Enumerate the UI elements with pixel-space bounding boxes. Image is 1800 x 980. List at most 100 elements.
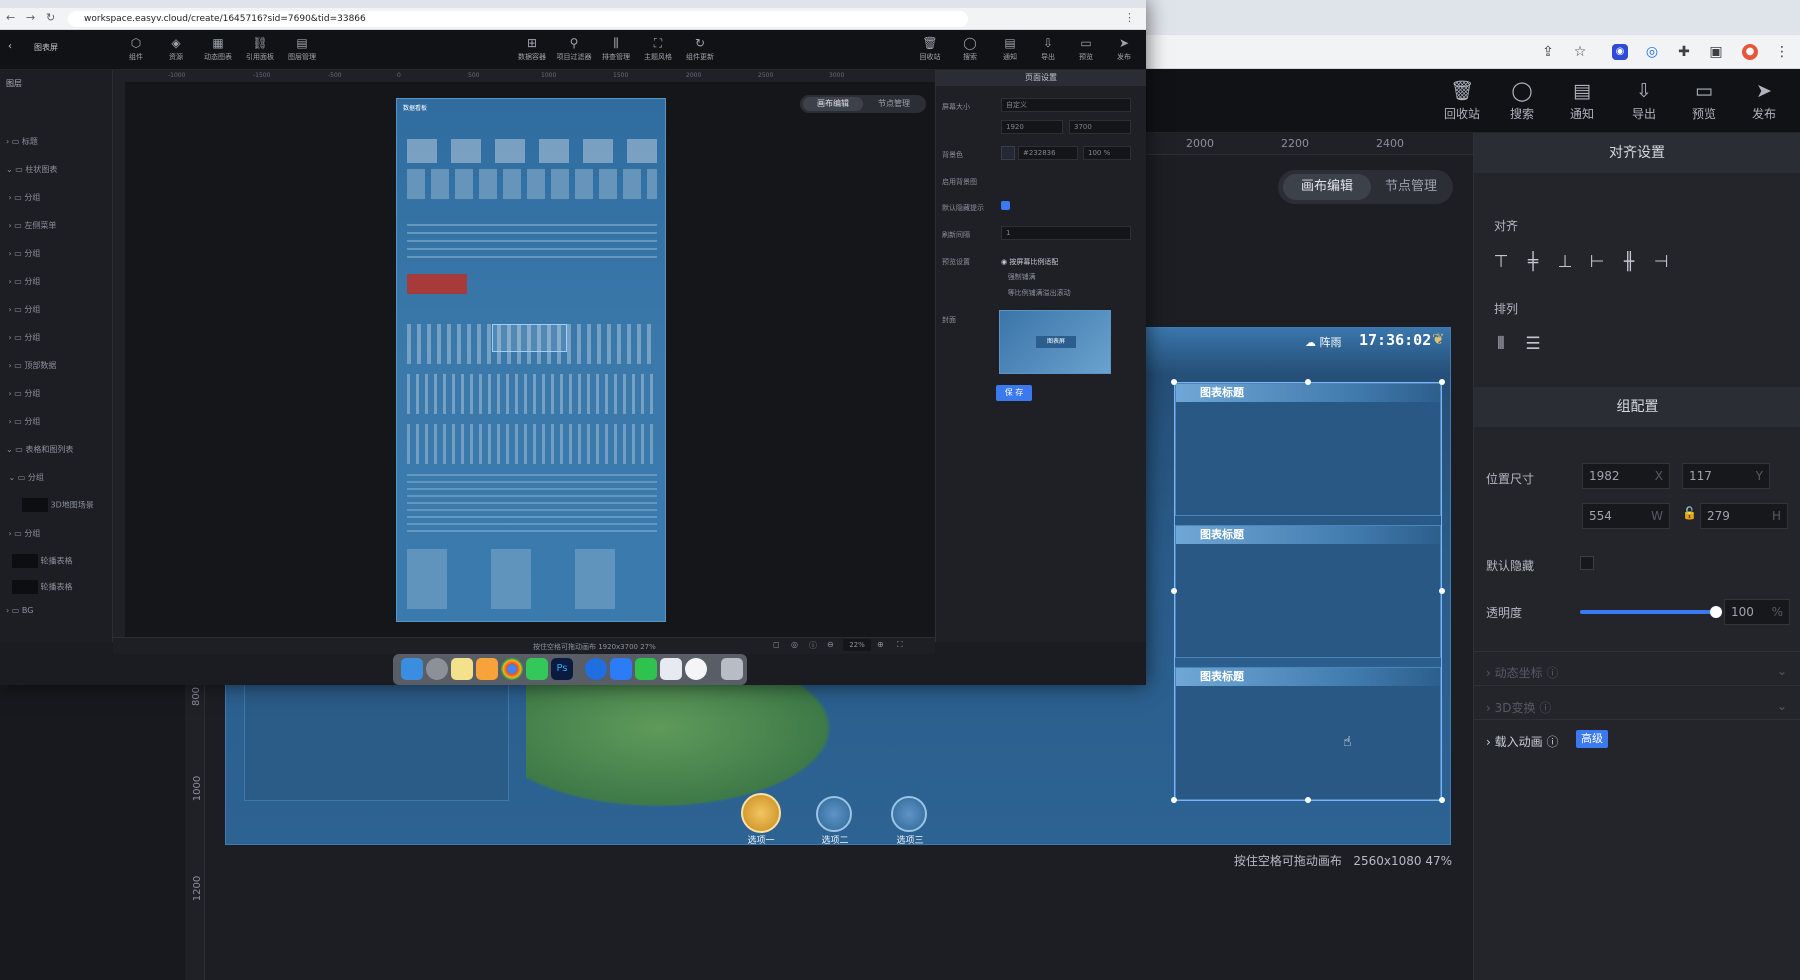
align-hcenter-icon[interactable]: ╫ [1618,251,1640,273]
nav-button-2[interactable] [816,796,852,832]
nav-button-3[interactable] [891,796,927,832]
transform-3d-row[interactable]: › 3D变换 ⓘ [1486,699,1551,716]
save-button[interactable]: 保 存 [996,385,1032,401]
back-arrow-icon[interactable]: ← [6,11,15,24]
tool-update[interactable]: ↻ 组件更新 [678,36,722,62]
photoshop-icon[interactable]: Ps [551,658,573,680]
tool-resource[interactable]: ◈ 资源 [154,36,198,62]
height-input[interactable]: 3700 [1069,120,1131,134]
resize-handle[interactable] [1305,379,1311,385]
width-input[interactable]: 1920 [1001,120,1063,134]
resize-handle[interactable] [1305,797,1311,803]
lock-icon[interactable]: 🔓 [1682,506,1697,524]
tool-search[interactable]: ◯ 搜索 [948,36,992,62]
launchpad-icon[interactable] [426,658,448,680]
grid-checkbox[interactable] [1001,201,1010,210]
chrome-icon[interactable] [501,658,523,680]
nav-button-1[interactable] [741,793,781,833]
preview-option-2[interactable]: 强制铺满 [1001,272,1036,282]
fit-icon[interactable]: ◻ [773,640,780,649]
distribute-h-icon[interactable]: ⫴ [1490,333,1512,355]
tool-recycle[interactable]: 🗑 回收站 [908,36,952,62]
front-tab-nodes[interactable]: 节点管理 [864,97,924,111]
selection-box[interactable] [1174,382,1442,801]
x-input[interactable]: 1982 X [1582,463,1670,489]
layer-item[interactable]: › ▭ 标题 [6,136,38,147]
resize-handle[interactable] [1171,588,1177,594]
tool-filter[interactable]: ⚲ 项目过滤器 [552,36,596,62]
layer-item[interactable]: 3D地图场景 [22,498,94,512]
publish-button[interactable]: ➤ 发布 [1738,79,1790,127]
distribute-v-icon[interactable]: ☰ [1522,333,1544,355]
layer-item[interactable]: › ▭ 顶部数据 [6,360,57,371]
resize-handle[interactable] [1439,797,1445,803]
layer-item[interactable]: 轮播表格 [12,580,73,594]
tool-component[interactable]: ⬡ 组件 [114,36,158,62]
hidden-checkbox[interactable] [1580,556,1594,570]
bg-opacity-input[interactable]: 100 % [1083,146,1131,160]
h-input[interactable]: 279 H [1700,503,1788,529]
resize-handle[interactable] [1171,797,1177,803]
zoom-input[interactable]: 22% [843,639,871,651]
feishu-icon[interactable] [610,658,632,680]
notes-icon[interactable] [451,658,473,680]
reload-icon[interactable]: ↻ [46,11,55,24]
puzzle-icon[interactable]: ✚ [1676,44,1692,60]
screen-size-select[interactable]: 自定义 [1001,98,1131,112]
align-top-icon[interactable]: ⊤ [1490,251,1512,273]
align-vcenter-icon[interactable]: ╪ [1522,251,1544,273]
safari-icon[interactable] [685,658,707,680]
preview-button[interactable]: ▭ 预览 [1678,79,1730,127]
layer-item[interactable]: › ▭ 分组 [6,388,41,399]
menu-icon[interactable]: ⋮ [1774,44,1790,60]
tool-layer[interactable]: ▤ 图层管理 [280,36,324,62]
fullscreen-icon[interactable]: ⛶ [897,640,903,650]
menu-icon[interactable]: ⋮ [1124,11,1135,24]
layer-item[interactable]: › ▭ 分组 [6,528,41,539]
layer-item[interactable]: › ▭ 分组 [6,276,41,287]
share-icon[interactable]: ⇪ [1540,44,1556,60]
dynamic-coord-row[interactable]: › 动态坐标 ⓘ [1486,664,1558,681]
sketch-icon[interactable] [476,658,498,680]
layer-item[interactable]: › ▭ 分组 [6,416,41,427]
y-input[interactable]: 117 Y [1682,463,1770,489]
bg-color-input[interactable]: #232836 [1018,146,1078,160]
help-icon[interactable]: ⓘ [809,640,817,651]
tool-data[interactable]: ⊞ 数据容器 [510,36,554,62]
finder-icon[interactable] [401,658,423,680]
resize-handle[interactable] [1171,379,1177,385]
layer-item[interactable]: › ▭ 分组 [6,304,41,315]
bg-color-swatch[interactable] [1001,146,1015,160]
search-button[interactable]: ◯ 搜索 [1496,79,1548,127]
forward-arrow-icon[interactable]: → [26,11,35,24]
align-left-icon[interactable]: ⊢ [1586,251,1608,273]
preview-option-3[interactable]: 等比例铺满溢出滚动 [1001,288,1071,298]
tool-manage[interactable]: ⫼ 排查管理 [594,36,638,62]
opacity-input[interactable]: 100% [1724,599,1790,625]
opacity-slider[interactable] [1580,610,1716,614]
layer-item[interactable]: ⌄ ▭ 表格和图列表 [6,444,73,455]
tab-canvas-edit[interactable]: 画布编辑 [1283,174,1371,200]
star-icon[interactable]: ☆ [1572,44,1588,60]
photos-icon[interactable] [660,658,682,680]
tool-dynamic[interactable]: ▦ 动态图表 [196,36,240,62]
extension-g-icon[interactable]: ◎ [1644,44,1660,60]
tab-node-manage[interactable]: 节点管理 [1371,174,1451,200]
zoom-out-icon[interactable]: ⊖ [827,640,834,649]
page-thumbnail[interactable]: 数据看板 [396,98,666,622]
opacity-slider-knob[interactable] [1710,606,1722,618]
layer-item[interactable]: › ▭ BG [6,606,33,615]
notify-button[interactable]: ▤ 通知 [1556,79,1608,127]
layer-item[interactable]: ⌄ ▭ 柱状图表 [6,164,57,175]
extension-icon[interactable]: ◉ [1612,44,1628,60]
target-icon[interactable]: ◎ [791,640,798,649]
chevron-down-icon[interactable]: ⌄ [1777,664,1787,678]
wechat-icon[interactable] [635,658,657,680]
recycle-button[interactable]: 🗑 回收站 [1436,79,1488,127]
chevron-down-icon[interactable]: ⌄ [1777,699,1787,713]
trash-bin-icon[interactable] [721,658,743,680]
sidebar-icon[interactable]: ▣ [1708,44,1724,60]
export-button[interactable]: ⇩ 导出 [1618,79,1670,127]
edge-icon[interactable] [585,658,607,680]
layer-item[interactable]: › ▭ 分组 [6,192,41,203]
